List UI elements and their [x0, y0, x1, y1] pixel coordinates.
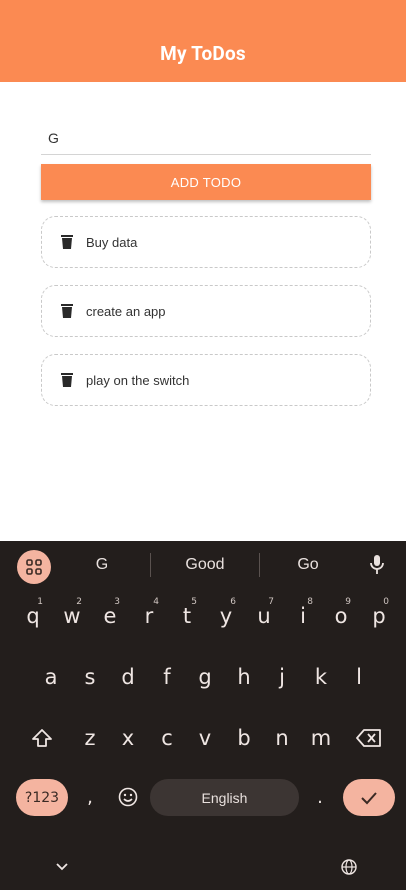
- apps-grid-icon: [26, 559, 42, 575]
- app-bar: My ToDos: [0, 0, 406, 82]
- key-hint: 6: [230, 597, 236, 607]
- key-b[interactable]: b: [225, 713, 263, 763]
- key-q[interactable]: q1: [14, 591, 52, 641]
- key-label: e: [103, 604, 117, 628]
- shift-key[interactable]: [22, 713, 62, 763]
- key-label: t: [182, 604, 192, 628]
- soft-keyboard: G Good Go q1 w2 e3 r4 t5 y6 u7 i8 o9 p0 …: [0, 541, 406, 890]
- key-label: u: [257, 604, 271, 628]
- key-hint: 2: [76, 597, 82, 607]
- key-d[interactable]: d: [109, 652, 147, 702]
- key-hint: 4: [153, 597, 159, 607]
- key-l[interactable]: l: [340, 652, 378, 702]
- suggestion-divider: [150, 553, 151, 577]
- key-h[interactable]: h: [225, 652, 263, 702]
- backspace-key[interactable]: [348, 713, 390, 763]
- key-label: r: [144, 604, 154, 628]
- emoji-key[interactable]: [110, 773, 146, 821]
- key-hint: 9: [345, 597, 351, 607]
- key-label: i: [300, 604, 306, 628]
- key-label: p: [372, 604, 386, 628]
- comma-key[interactable]: ,: [72, 773, 108, 821]
- suggestion-item[interactable]: G: [62, 553, 142, 577]
- key-y[interactable]: y6: [207, 591, 245, 641]
- backspace-icon: [356, 729, 381, 747]
- todo-text: Buy data: [86, 234, 138, 250]
- key-k[interactable]: k: [302, 652, 340, 702]
- trash-icon[interactable]: [61, 235, 73, 249]
- trash-icon[interactable]: [61, 373, 73, 387]
- key-hint: 0: [383, 597, 389, 607]
- key-hint: 8: [307, 597, 313, 607]
- add-todo-button[interactable]: ADD TODO: [41, 164, 371, 200]
- checkmark-icon: [361, 791, 377, 804]
- key-p[interactable]: p0: [360, 591, 398, 641]
- key-label: w: [63, 604, 81, 628]
- todo-item: create an app: [41, 285, 371, 337]
- symbols-key[interactable]: ?123: [16, 779, 68, 816]
- key-z[interactable]: z: [71, 713, 109, 763]
- shift-icon: [32, 729, 52, 747]
- key-hint: 7: [268, 597, 274, 607]
- enter-key[interactable]: [343, 779, 395, 816]
- todo-input[interactable]: [41, 122, 378, 154]
- key-g[interactable]: g: [186, 652, 224, 702]
- key-m[interactable]: m: [302, 713, 340, 763]
- suggestion-item[interactable]: Go: [268, 553, 348, 577]
- key-r[interactable]: r4: [130, 591, 168, 641]
- key-label: y: [219, 604, 233, 628]
- trash-icon[interactable]: [61, 304, 73, 318]
- key-u[interactable]: u7: [245, 591, 283, 641]
- period-key[interactable]: .: [302, 773, 338, 821]
- todo-text: create an app: [86, 303, 166, 319]
- todo-item: Buy data: [41, 216, 371, 268]
- key-v[interactable]: v: [186, 713, 224, 763]
- key-a[interactable]: a: [32, 652, 70, 702]
- todo-text: play on the switch: [86, 372, 190, 388]
- key-label: q: [26, 604, 40, 628]
- key-w[interactable]: w2: [53, 591, 91, 641]
- key-e[interactable]: e3: [91, 591, 129, 641]
- space-bar[interactable]: English: [150, 779, 299, 816]
- key-x[interactable]: x: [109, 713, 147, 763]
- key-j[interactable]: j: [263, 652, 301, 702]
- key-hint: 3: [114, 597, 120, 607]
- key-s[interactable]: s: [71, 652, 109, 702]
- key-label: o: [334, 604, 348, 628]
- key-f[interactable]: f: [148, 652, 186, 702]
- key-hint: 1: [37, 597, 43, 607]
- chevron-down-icon[interactable]: [56, 863, 68, 871]
- app-title: My ToDos: [160, 42, 246, 65]
- todo-item: play on the switch: [41, 354, 371, 406]
- mic-icon[interactable]: [369, 554, 385, 576]
- emoji-icon: [118, 787, 138, 807]
- apps-grid-button[interactable]: [17, 550, 51, 584]
- globe-icon[interactable]: [341, 859, 357, 875]
- todo-input-container: [41, 122, 378, 155]
- key-hint: 5: [191, 597, 197, 607]
- key-i[interactable]: i8: [284, 591, 322, 641]
- suggestion-divider: [259, 553, 260, 577]
- key-o[interactable]: o9: [322, 591, 360, 641]
- key-t[interactable]: t5: [168, 591, 206, 641]
- key-c[interactable]: c: [148, 713, 186, 763]
- suggestion-item[interactable]: Good: [160, 553, 250, 577]
- key-n[interactable]: n: [263, 713, 301, 763]
